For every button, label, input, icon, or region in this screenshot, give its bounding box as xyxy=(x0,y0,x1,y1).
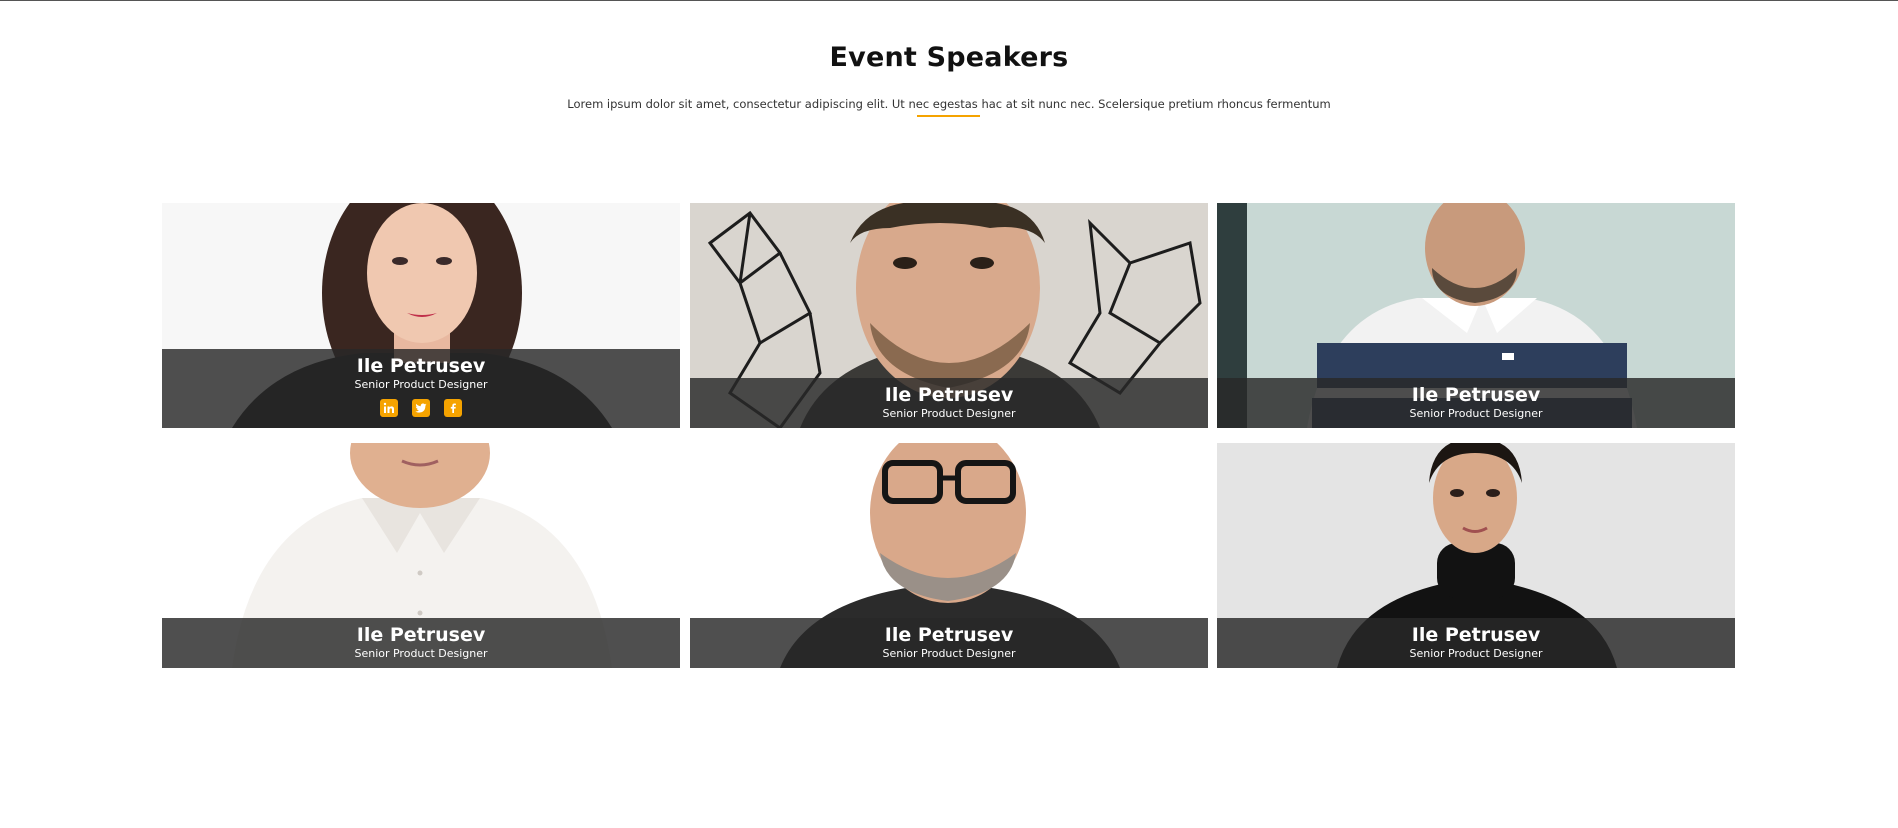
speaker-card[interactable]: Ile Petrusev Senior Product Designer xyxy=(1217,203,1735,428)
speaker-info: Ile Petrusev Senior Product Designer xyxy=(690,378,1208,428)
speaker-role: Senior Product Designer xyxy=(1409,647,1543,660)
linkedin-icon[interactable] xyxy=(380,399,398,417)
speaker-info: Ile Petrusev Senior Product Designer xyxy=(162,618,680,668)
speaker-name: Ile Petrusev xyxy=(1411,624,1541,646)
speaker-role: Senior Product Designer xyxy=(354,378,488,391)
facebook-icon[interactable] xyxy=(444,399,462,417)
speaker-role: Senior Product Designer xyxy=(1409,407,1543,420)
speaker-card[interactable]: Ile Petrusev Senior Product Designer xyxy=(162,443,680,668)
speaker-name: Ile Petrusev xyxy=(884,624,1014,646)
section-title: Event Speakers xyxy=(829,42,1069,73)
title-underline xyxy=(917,115,980,117)
speaker-info: Ile Petrusev Senior Product Designer xyxy=(1217,378,1735,428)
speaker-role: Senior Product Designer xyxy=(354,647,488,660)
speaker-info: Ile Petrusev Senior Product Designer xyxy=(162,349,680,428)
top-divider xyxy=(0,0,1898,1)
speaker-card[interactable]: Ile Petrusev Senior Product Designer xyxy=(162,203,680,428)
speaker-info: Ile Petrusev Senior Product Designer xyxy=(1217,618,1735,668)
speaker-card[interactable]: Ile Petrusev Senior Product Designer xyxy=(690,203,1208,428)
speaker-name: Ile Petrusev xyxy=(884,384,1014,406)
speaker-card[interactable]: Ile Petrusev Senior Product Designer xyxy=(690,443,1208,668)
speaker-role: Senior Product Designer xyxy=(882,647,1016,660)
speaker-card[interactable]: Ile Petrusev Senior Product Designer xyxy=(1217,443,1735,668)
speaker-role: Senior Product Designer xyxy=(882,407,1016,420)
twitter-icon[interactable] xyxy=(412,399,430,417)
social-links xyxy=(162,399,680,417)
speaker-info: Ile Petrusev Senior Product Designer xyxy=(690,618,1208,668)
section-subtitle: Lorem ipsum dolor sit amet, consectetur … xyxy=(567,97,1331,111)
speaker-name: Ile Petrusev xyxy=(356,355,486,377)
speaker-name: Ile Petrusev xyxy=(1411,384,1541,406)
speaker-name: Ile Petrusev xyxy=(356,624,486,646)
